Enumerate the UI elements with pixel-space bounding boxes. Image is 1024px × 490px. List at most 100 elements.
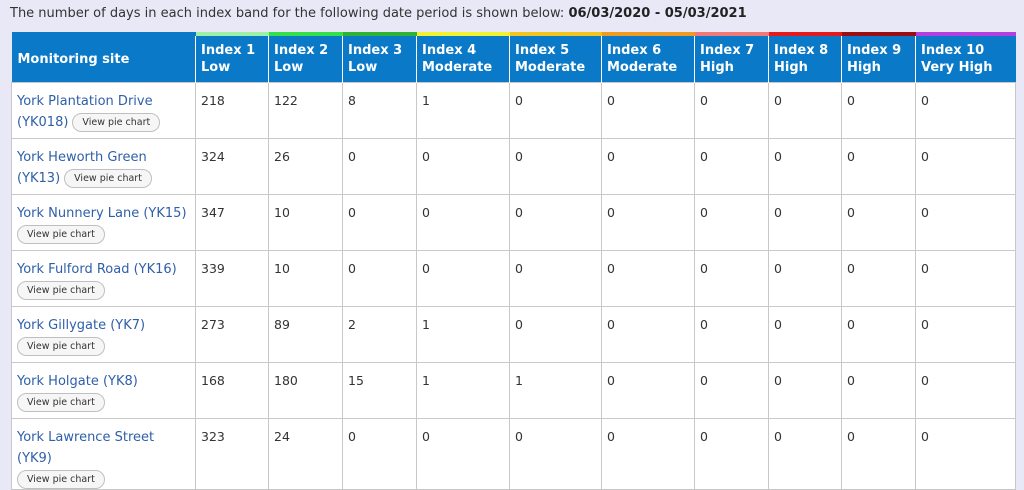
header-band-label: Moderate [607,60,678,75]
site-cell: York Gillygate (YK7) View pie chart [11,306,196,363]
index-9-days-cell: 0 [841,306,916,363]
view-pie-chart-button[interactable]: View pie chart [64,169,152,188]
header-index-5: Index 5 Moderate [509,32,602,83]
table-row: York Lawrence Street (YK9) View pie chart… [11,418,1016,490]
index-10-days-cell: 0 [915,362,1016,419]
index-5-days-cell: 0 [509,138,602,195]
index-4-days-cell: 0 [416,250,510,307]
index-5-days-cell: 1 [509,362,602,419]
index-1-days-cell: 273 [195,306,269,363]
index-6-days-cell: 0 [601,418,695,490]
index-5-days-cell: 0 [509,194,602,251]
site-link[interactable]: York Holgate (YK8) [17,374,138,389]
caption-text: The number of days in each index band fo… [10,6,569,21]
index-2-days-cell: 89 [268,306,343,363]
header-index-4: Index 4 Moderate [416,32,510,83]
header-index-2: Index 2 Low [268,32,343,83]
index-band-table: Monitoring site Index 1 Low Index 2 Low Index… [11,32,1016,490]
index-2-days-cell: 122 [268,82,343,139]
index-7-days-cell: 0 [694,306,769,363]
view-pie-chart-button[interactable]: View pie chart [17,393,105,412]
index-8-days-cell: 0 [768,82,842,139]
header-band-label: Low [348,60,378,75]
view-pie-chart-button[interactable]: View pie chart [72,113,161,132]
index-7-days-cell: 0 [694,362,769,419]
index-8-days-cell: 0 [768,138,842,195]
index-3-days-cell: 8 [342,82,417,139]
index-2-days-cell: 10 [268,194,343,251]
site-name: York Gillygate (YK7) [17,318,146,333]
header-label: Index 9 [847,43,902,58]
date-period-caption: The number of days in each index band fo… [10,5,747,23]
view-pie-chart-button[interactable]: View pie chart [17,225,105,244]
header-label: Index 1 [201,43,256,58]
view-pie-chart-button[interactable]: View pie chart [17,470,105,489]
header-label: Index 7 [700,43,755,58]
table-row: York Gillygate (YK7) View pie chart 273 89 2… [11,306,1016,363]
header-label: Index 10 [921,43,985,58]
index-4-days-cell: 0 [416,418,510,490]
header-index-3: Index 3 Low [342,32,417,83]
index-band-table-wrapper: Monitoring site Index 1 Low Index 2 Low Index… [11,32,1016,490]
header-band-label: Low [201,60,231,75]
index-6-days-cell: 0 [601,138,695,195]
header-band-label: High [700,60,734,75]
site-link[interactable]: York Fulford Road (YK16) [17,262,177,277]
site-cell: York Nunnery Lane (YK15) View pie chart [11,194,196,251]
table-header-row: Monitoring site Index 1 Low Index 2 Low Index… [11,32,1016,83]
view-pie-chart-button[interactable]: View pie chart [17,281,105,300]
table-row: York Plantation Drive (YK018) View pie ch… [11,82,1016,139]
caption-period: 06/03/2020 - 05/03/2021 [568,6,747,21]
index-6-days-cell: 0 [601,362,695,419]
header-index-9: Index 9 High [841,32,916,83]
header-index-6: Index 6 Moderate [601,32,695,83]
index-4-days-cell: 0 [416,138,510,195]
site-link[interactable]: York Nunnery Lane (YK15) [17,206,187,221]
site-cell: York Heworth Green (YK13) View pie chart [11,138,196,195]
header-label: Monitoring site [17,51,130,67]
site-name: York Holgate (YK8) [17,374,138,389]
header-band-label: Moderate [422,60,493,75]
index-2-days-cell: 24 [268,418,343,490]
index-10-days-cell: 0 [915,250,1016,307]
header-band-label: High [774,60,808,75]
site-link[interactable]: York Lawrence Street (YK9) [17,430,154,466]
site-cell: York Fulford Road (YK16) View pie chart [11,250,196,307]
index-5-days-cell: 0 [509,418,602,490]
header-index-10: Index 10 Very High [915,32,1016,83]
index-9-days-cell: 0 [841,362,916,419]
table-row: York Nunnery Lane (YK15) View pie chart 34… [11,194,1016,251]
header-index-7: Index 7 High [694,32,769,83]
site-name: York Heworth Green [17,150,147,165]
index-9-days-cell: 0 [841,82,916,139]
index-4-days-cell: 1 [416,82,510,139]
table-row: York Fulford Road (YK16) View pie chart 33… [11,250,1016,307]
site-cell: York Plantation Drive (YK018) View pie ch… [11,82,196,139]
index-10-days-cell: 0 [915,194,1016,251]
index-2-days-cell: 180 [268,362,343,419]
site-name: York Plantation Drive [17,94,153,109]
index-3-days-cell: 0 [342,138,417,195]
index-2-days-cell: 26 [268,138,343,195]
index-4-days-cell: 1 [416,362,510,419]
index-3-days-cell: 0 [342,194,417,251]
index-9-days-cell: 0 [841,194,916,251]
site-link[interactable]: York Gillygate (YK7) [17,318,145,333]
site-cell: York Holgate (YK8) View pie chart [11,362,196,419]
index-1-days-cell: 168 [195,362,269,419]
header-label: Index 2 [274,43,329,58]
site-name: York Nunnery Lane (YK15) [17,206,187,221]
index-5-days-cell: 0 [509,306,602,363]
header-band-label: High [847,60,881,75]
site-cell: York Lawrence Street (YK9) View pie chart [11,418,196,490]
index-3-days-cell: 0 [342,418,417,490]
view-pie-chart-button[interactable]: View pie chart [17,337,105,356]
site-name: York Lawrence Street (YK9) [17,430,155,466]
table-body: York Plantation Drive (YK018) View pie ch… [11,82,1016,490]
header-band-label: Very High [921,60,993,75]
index-1-days-cell: 324 [195,138,269,195]
index-6-days-cell: 0 [601,82,695,139]
header-label: Index 4 [422,43,477,58]
index-7-days-cell: 0 [694,194,769,251]
index-1-days-cell: 339 [195,250,269,307]
